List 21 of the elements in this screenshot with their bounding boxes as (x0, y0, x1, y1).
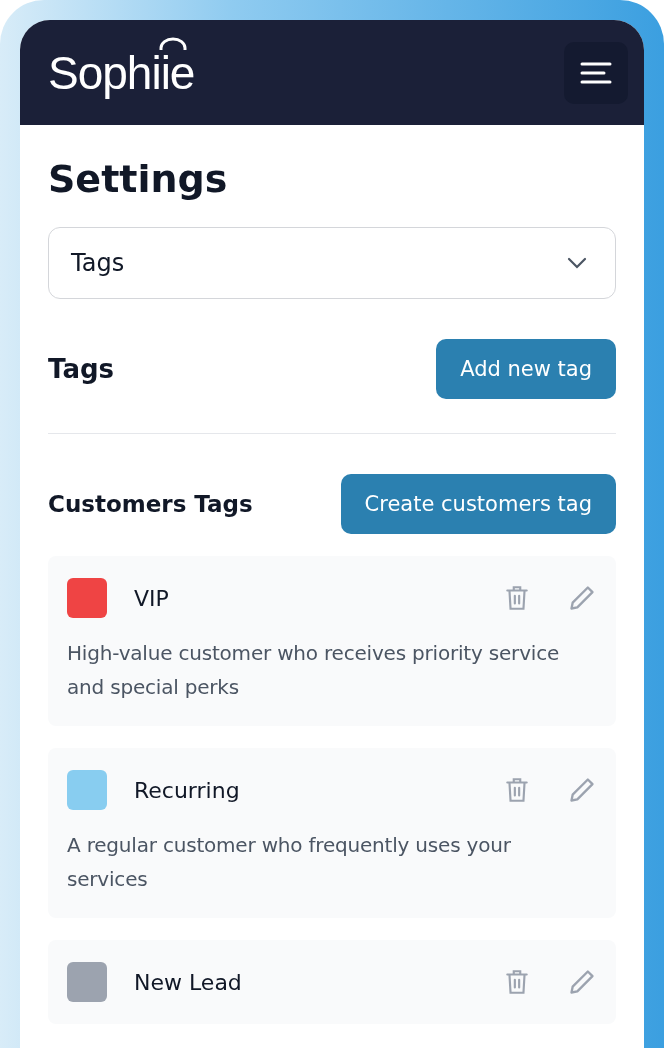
chevron-down-icon (567, 257, 587, 269)
edit-button[interactable] (568, 776, 596, 804)
section-title: Customers Tags (48, 491, 253, 517)
headphones-icon (158, 36, 188, 50)
menu-icon (580, 60, 612, 85)
edit-button[interactable] (568, 968, 596, 996)
delete-button[interactable] (504, 584, 530, 612)
delete-button[interactable] (504, 776, 530, 804)
page-title: Settings (48, 157, 229, 201)
delete-button[interactable] (504, 968, 530, 996)
section-dropdown[interactable]: Tags (48, 227, 616, 299)
add-tag-button[interactable]: Add new tag (436, 339, 616, 399)
edit-button[interactable] (568, 584, 596, 612)
tag-description: High-value customer who receives priority service and special perks (67, 640, 561, 701)
create-tag-button[interactable]: Create customers tag (340, 474, 616, 534)
tag-description: A regular customer who frequently uses your services (67, 832, 512, 893)
tag-name: New Lead (134, 969, 243, 995)
tag-name: Recurring (134, 777, 241, 803)
section-title: Tags (48, 354, 114, 384)
tag-name: VIP (134, 585, 170, 611)
menu-button[interactable] (564, 41, 628, 104)
